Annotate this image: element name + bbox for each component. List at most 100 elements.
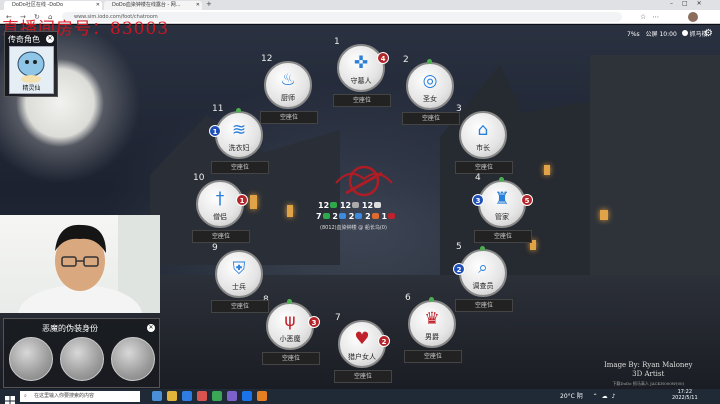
- role-name: 圣女: [423, 95, 437, 103]
- role-token[interactable]: ≋ 洗衣妇: [215, 111, 263, 159]
- edge-icon[interactable]: [182, 391, 192, 401]
- legend-role-panel: 传奇角色 ✕ 精灵仙: [4, 31, 58, 97]
- butler-icon: ♜: [494, 189, 510, 209]
- creature-icon: [17, 51, 45, 83]
- close-icon[interactable]: ✕: [147, 324, 155, 332]
- status-dot: [287, 299, 292, 304]
- alive-icon: [322, 213, 330, 219]
- empty-seat-button[interactable]: 空座位: [192, 230, 250, 243]
- role-card[interactable]: 精灵仙: [9, 46, 54, 94]
- tray-icons[interactable]: ⌃☁♪: [593, 393, 620, 400]
- empty-seat-button[interactable]: 空座位: [402, 112, 460, 125]
- seat-number: 1: [334, 37, 340, 47]
- minion-icon: [355, 213, 363, 219]
- browser-toolbar-icons[interactable]: ☆⋯: [640, 12, 665, 22]
- role-token[interactable]: ⌕ 调查员: [459, 249, 507, 297]
- count-dead: 1: [381, 212, 388, 221]
- count-travelers: 12: [339, 201, 352, 210]
- empty-seat-button[interactable]: 空座位: [260, 111, 318, 124]
- seat-number: 10: [193, 173, 205, 183]
- trident-icon: ψ: [284, 311, 296, 331]
- app-icon[interactable]: [242, 391, 252, 401]
- browser-tab[interactable]: DoDo血染钟楼在线露台 - 网... ✕: [104, 1, 202, 10]
- seat-number: 6: [405, 293, 411, 303]
- reminder-token[interactable]: 5: [521, 194, 533, 206]
- vote-icon: [374, 202, 382, 208]
- role-token[interactable]: ♛ 男爵: [408, 300, 456, 348]
- count-townsfolk: 12: [318, 201, 330, 210]
- count-outsiders: 2: [332, 212, 338, 221]
- empty-seat-button[interactable]: 空座位: [262, 352, 320, 365]
- role-name: 厨师: [281, 94, 295, 102]
- top-hat-icon: ♛: [424, 309, 440, 329]
- game-summary: 12 12 12 7 2 2 2 1 (8012)血染钟楼 @ 船长乌(0): [316, 165, 412, 235]
- seat-number: 12: [261, 54, 273, 64]
- app-icon[interactable]: [227, 391, 237, 401]
- host-name: @ 船长乌(0): [358, 225, 387, 231]
- empty-seat-button[interactable]: 空座位: [211, 300, 269, 313]
- close-icon[interactable]: ✕: [46, 35, 54, 43]
- empty-seat-button[interactable]: 空座位: [474, 230, 532, 243]
- role-token[interactable]: ◎ 圣女: [406, 62, 454, 110]
- close-icon[interactable]: ✕: [96, 1, 100, 10]
- new-tab-icon[interactable]: +: [206, 0, 212, 8]
- status-dot: [480, 246, 485, 251]
- role-token[interactable]: ψ 小恶魔: [266, 302, 314, 350]
- empty-seat-button[interactable]: 空座位: [455, 161, 513, 174]
- role-token[interactable]: ⛨ 士兵: [215, 250, 263, 298]
- shield-icon: ⛨: [232, 259, 246, 279]
- reminder-token[interactable]: 3: [308, 316, 320, 328]
- role-token[interactable]: ⌂ 市长: [459, 111, 507, 159]
- bluff-slot[interactable]: [111, 337, 155, 381]
- profile-avatar[interactable]: [688, 12, 698, 22]
- townsfolk-icon: [330, 202, 338, 208]
- close-icon[interactable]: ✕: [196, 1, 200, 10]
- role-token[interactable]: ♨ 厨师: [264, 61, 312, 109]
- explorer-icon[interactable]: [167, 391, 177, 401]
- seat-number: 4: [475, 173, 481, 183]
- browser-tab[interactable]: DoDo社区在线 -DoDo ✕: [4, 1, 102, 10]
- bluff-slot[interactable]: [60, 337, 104, 381]
- traveler-icon: [352, 202, 360, 208]
- reminder-token[interactable]: 2: [453, 263, 465, 275]
- windows-icon[interactable]: [5, 391, 15, 404]
- task-view-icon[interactable]: [152, 391, 162, 401]
- reminder-token[interactable]: 1: [209, 125, 221, 137]
- app-icon[interactable]: [197, 391, 207, 401]
- gear-icon[interactable]: ⚙: [704, 28, 713, 39]
- demon-bluffs-panel: 恶魔的伪装身份 ✕: [3, 318, 160, 388]
- status-dot: [499, 177, 504, 182]
- reminder-token[interactable]: 4: [377, 52, 389, 64]
- empty-seat-button[interactable]: 空座位: [334, 370, 392, 383]
- empty-seat-button[interactable]: 空座位: [211, 161, 269, 174]
- bluff-slot[interactable]: [9, 337, 53, 381]
- empty-seat-button[interactable]: 空座位: [333, 94, 391, 107]
- user-avatar[interactable]: [681, 30, 688, 36]
- reminder-token[interactable]: 3: [472, 194, 484, 206]
- window-controls[interactable]: –□✕: [670, 0, 711, 7]
- browser-tab-bar: DoDo社区在线 -DoDo ✕ DoDo血染钟楼在线露台 - 网... ✕ +…: [0, 0, 720, 10]
- empty-seat-button[interactable]: 空座位: [455, 299, 513, 312]
- role-name: 猎户女人: [348, 353, 376, 361]
- seat-number: 2: [403, 55, 409, 65]
- dead-icon: [388, 213, 396, 219]
- public-chat-toggle[interactable]: 公屏 10:00: [646, 31, 677, 38]
- chrome-icon[interactable]: [212, 391, 222, 401]
- weather-text[interactable]: 20°C 阴: [560, 393, 583, 400]
- taskbar-search-input[interactable]: ⌕ 在这里输入你要搜索的内容: [20, 391, 140, 402]
- role-token[interactable]: ♜ 管家: [478, 180, 526, 228]
- streamer-video: [18, 215, 160, 313]
- role-token[interactable]: ✜ 守墓人: [337, 44, 385, 92]
- webcam-feed: [0, 215, 160, 313]
- reminder-token[interactable]: 1: [236, 194, 248, 206]
- room-id: (8012)血染钟楼: [320, 225, 357, 231]
- reminder-token[interactable]: 2: [378, 335, 390, 347]
- count-demons: 2: [365, 212, 371, 221]
- empty-seat-button[interactable]: 空座位: [404, 350, 462, 363]
- taskbar-clock[interactable]: 17:22 2022/5/11: [672, 389, 698, 401]
- role-name: 小恶魔: [279, 335, 301, 343]
- app-icon[interactable]: [257, 391, 267, 401]
- role-caption: 精灵仙: [22, 85, 41, 92]
- laundry-icon: ≋: [231, 120, 247, 140]
- rings-icon: ◎: [422, 71, 438, 91]
